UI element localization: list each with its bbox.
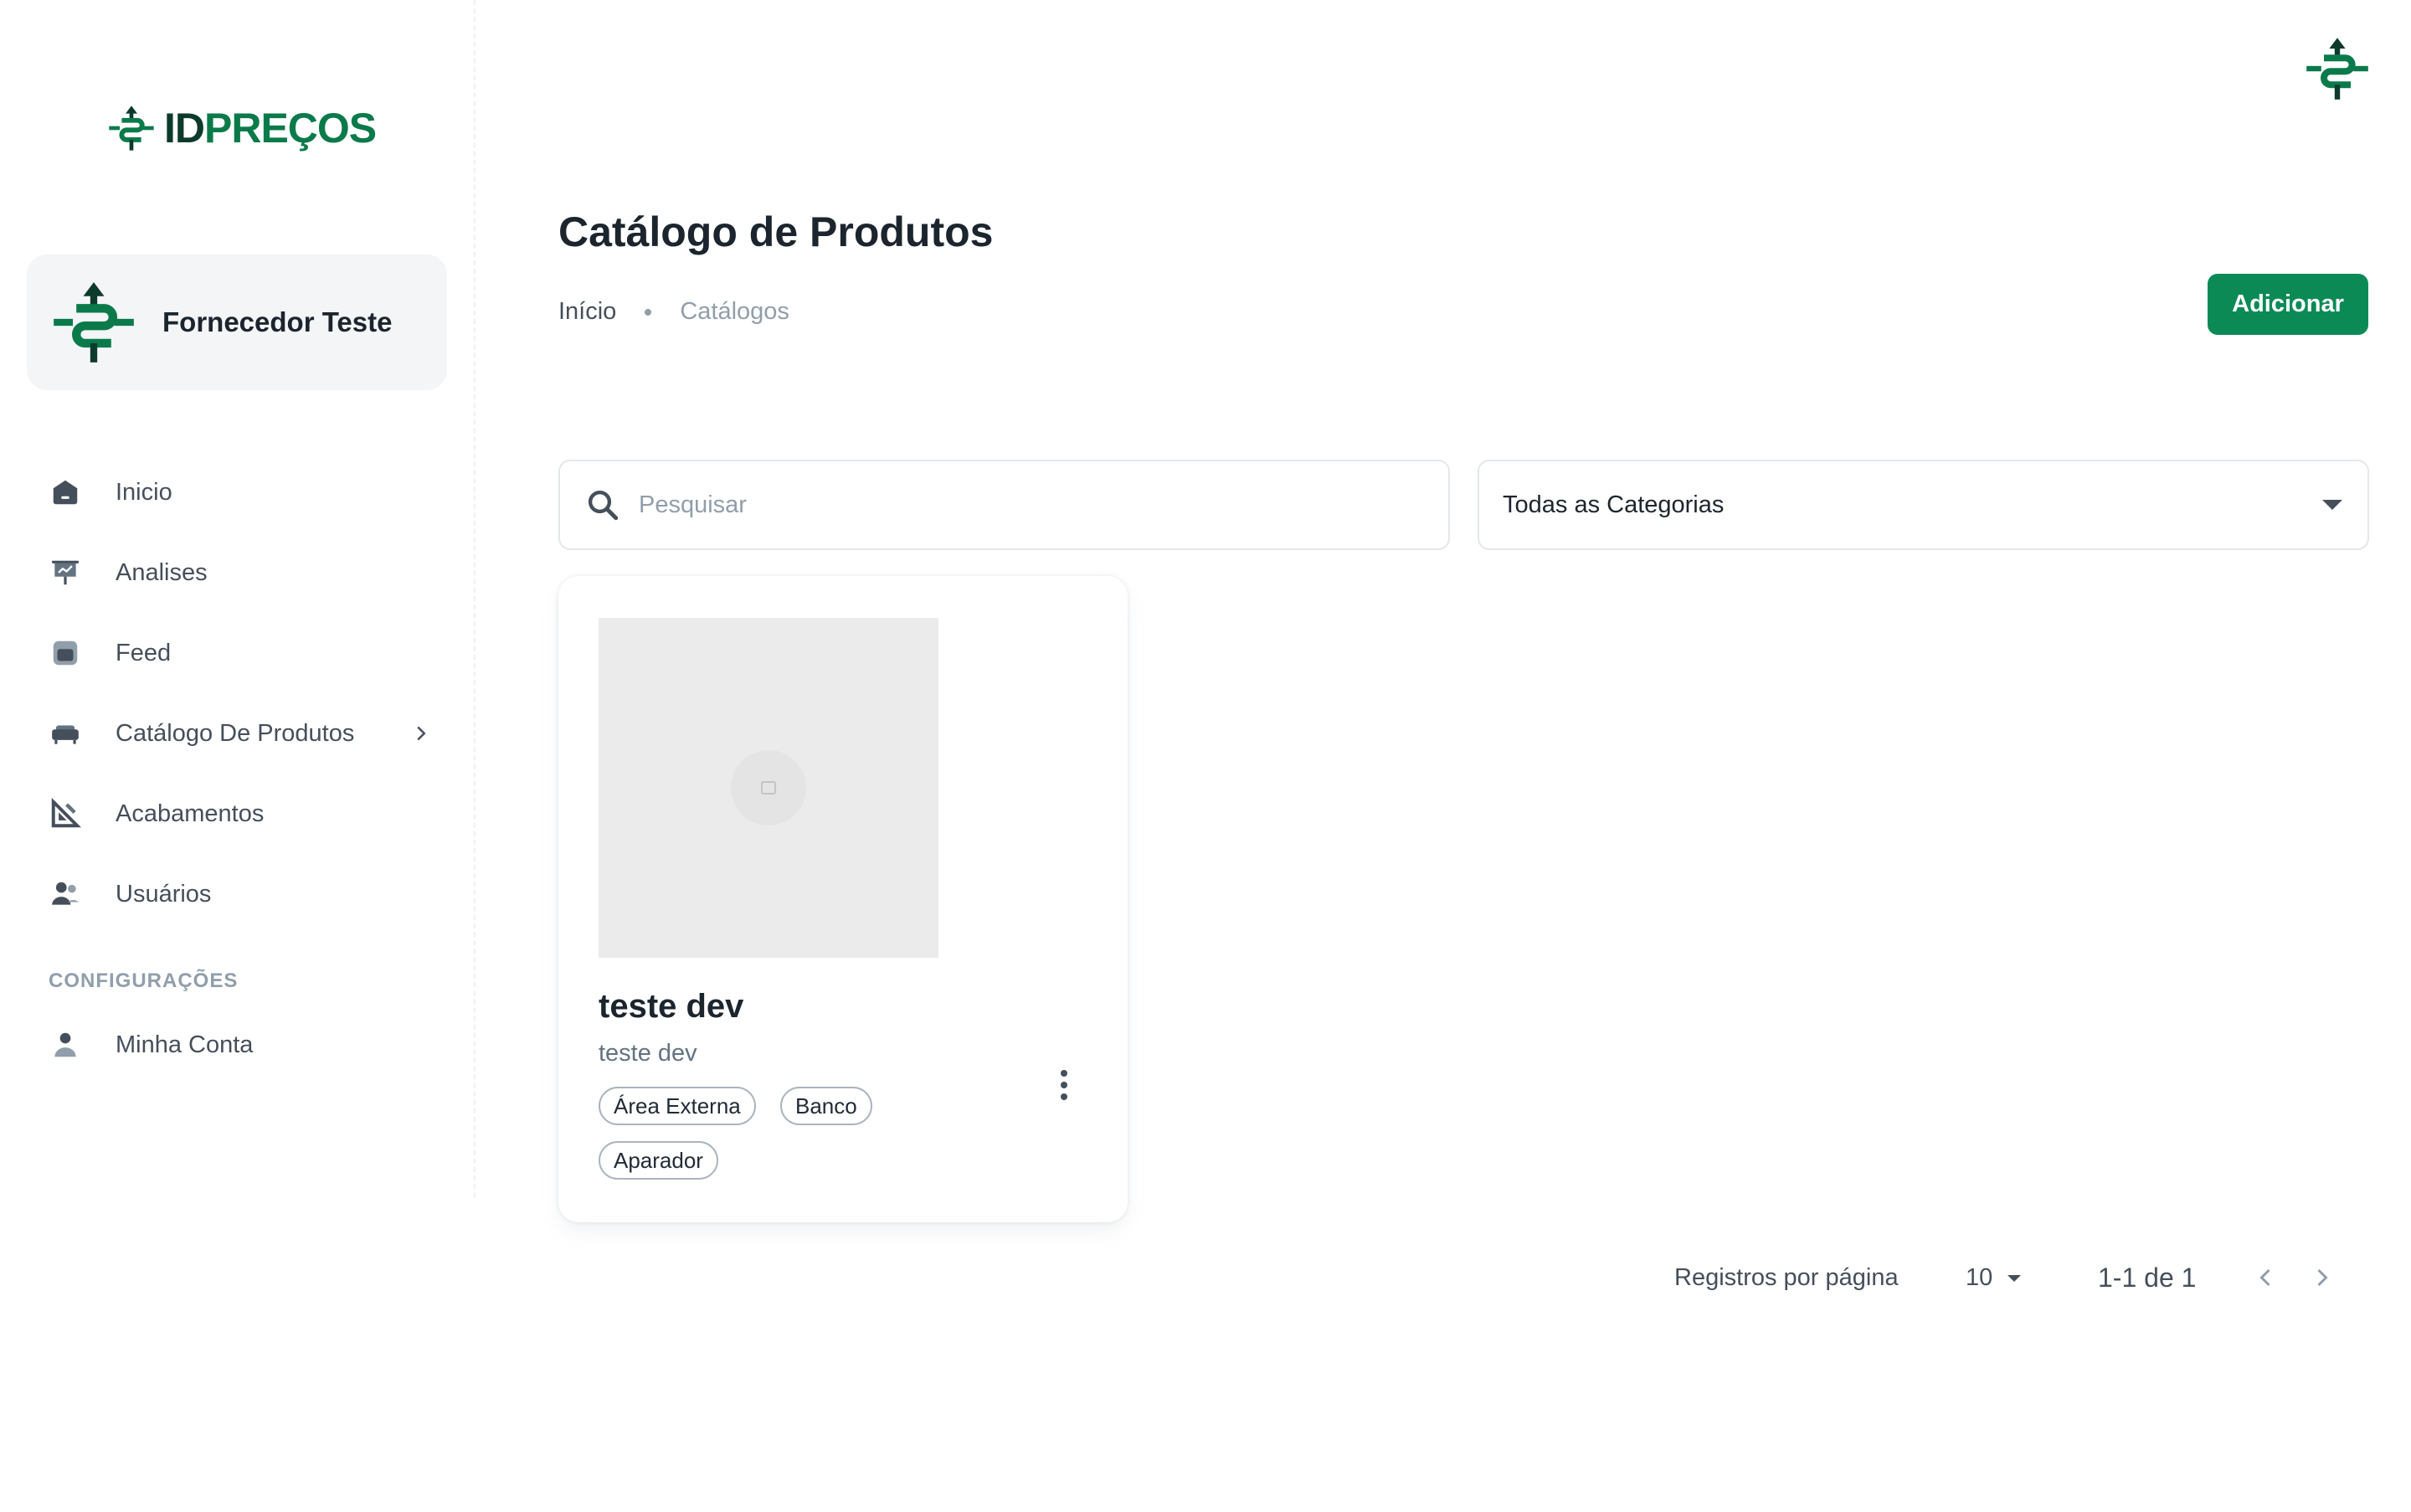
breadcrumb: Início Catálogos: [558, 298, 789, 326]
ruler-square-icon: [49, 797, 82, 831]
product-tag: Banco: [780, 1087, 872, 1125]
sidebar-item-label: Inicio: [116, 478, 172, 506]
brand-wordmark: IDPREÇOS: [164, 105, 377, 152]
home-icon: [49, 476, 82, 509]
sidebar-item-acabamentos[interactable]: Acabamentos: [0, 774, 474, 854]
product-image: [599, 618, 938, 958]
page-title: Catálogo de Produtos: [558, 208, 994, 255]
account-name: Fornecedor Teste: [162, 306, 393, 337]
product-description: teste dev: [599, 1040, 697, 1067]
users-icon: [49, 877, 82, 911]
dollar-compass-icon: [109, 105, 154, 151]
sidebar-item-analises[interactable]: Analises: [0, 532, 474, 613]
presentation-chart-icon: [49, 556, 82, 589]
page-range-info: 1-1 de 1: [2098, 1263, 2197, 1293]
image-placeholder-icon: [731, 750, 806, 825]
sidebar-section-title: CONFIGURAÇÕES: [49, 969, 239, 992]
brand-logo[interactable]: IDPREÇOS: [107, 99, 377, 157]
category-select-value: Todas as Categorias: [1503, 491, 1725, 518]
sofa-icon: [49, 717, 82, 750]
rows-per-page-label: Registros por página: [1674, 1264, 1899, 1291]
sidebar-item-label: Feed: [116, 639, 172, 666]
sidebar-item-minha-conta[interactable]: Minha Conta: [0, 1005, 474, 1085]
search-input[interactable]: [639, 491, 1392, 519]
product-name: teste dev: [599, 988, 744, 1025]
breadcrumb-home[interactable]: Início: [558, 298, 616, 326]
sidebar-item-label: Acabamentos: [116, 800, 265, 827]
feed-icon: [49, 636, 82, 670]
caret-down-icon: [2007, 1274, 2022, 1282]
breadcrumb-separator: [645, 308, 652, 316]
search-box: [558, 460, 1450, 550]
chevron-left-icon[interactable]: [2250, 1263, 2280, 1293]
sidebar-item-label: Analises: [116, 558, 208, 586]
dollar-compass-icon[interactable]: [2304, 35, 2371, 102]
chevron-right-icon[interactable]: [2307, 1263, 2337, 1293]
search-icon: [588, 490, 619, 521]
user-icon: [49, 1028, 82, 1062]
breadcrumb-current: Catálogos: [680, 298, 789, 325]
sidebar-item-usuarios[interactable]: Usuários: [0, 854, 474, 934]
sidebar-item-label: Usuários: [116, 880, 212, 908]
category-select[interactable]: Todas as Categorias: [1478, 460, 2369, 550]
chevron-right-icon: [417, 726, 426, 741]
product-card[interactable]: teste dev teste dev Área Externa Banco A…: [558, 576, 1128, 1222]
dot: [1061, 1093, 1067, 1100]
add-button[interactable]: Adicionar: [2208, 274, 2368, 335]
sidebar-item-label: Minha Conta: [116, 1031, 254, 1058]
sidebar-item-label: Catálogo De Produtos: [116, 719, 355, 747]
caret-down-icon: [2322, 500, 2342, 510]
sidebar-item-catalogo[interactable]: Catálogo De Produtos: [0, 693, 474, 774]
product-tag: Aparador: [599, 1141, 718, 1180]
dollar-compass-icon: [54, 282, 134, 363]
sidebar-item-inicio[interactable]: Inicio: [0, 452, 474, 532]
rows-per-page-select[interactable]: 10: [1966, 1264, 2022, 1292]
more-options-button[interactable]: [1046, 1067, 1082, 1103]
account-card[interactable]: Fornecedor Teste: [27, 255, 447, 390]
dot: [1061, 1082, 1067, 1088]
sidebar-nav: Inicio Analises Feed Catálogo De Produto…: [0, 452, 474, 1085]
dot: [1061, 1070, 1067, 1077]
product-tag: Área Externa: [599, 1087, 756, 1125]
rows-per-page-value: 10: [1966, 1264, 1993, 1291]
pagination: Registros por página 10 1-1 de 1: [1674, 1256, 2369, 1299]
sidebar: IDPREÇOS Fornecedor Teste Inicio Analise…: [0, 0, 476, 1197]
sidebar-item-feed[interactable]: Feed: [0, 613, 474, 693]
